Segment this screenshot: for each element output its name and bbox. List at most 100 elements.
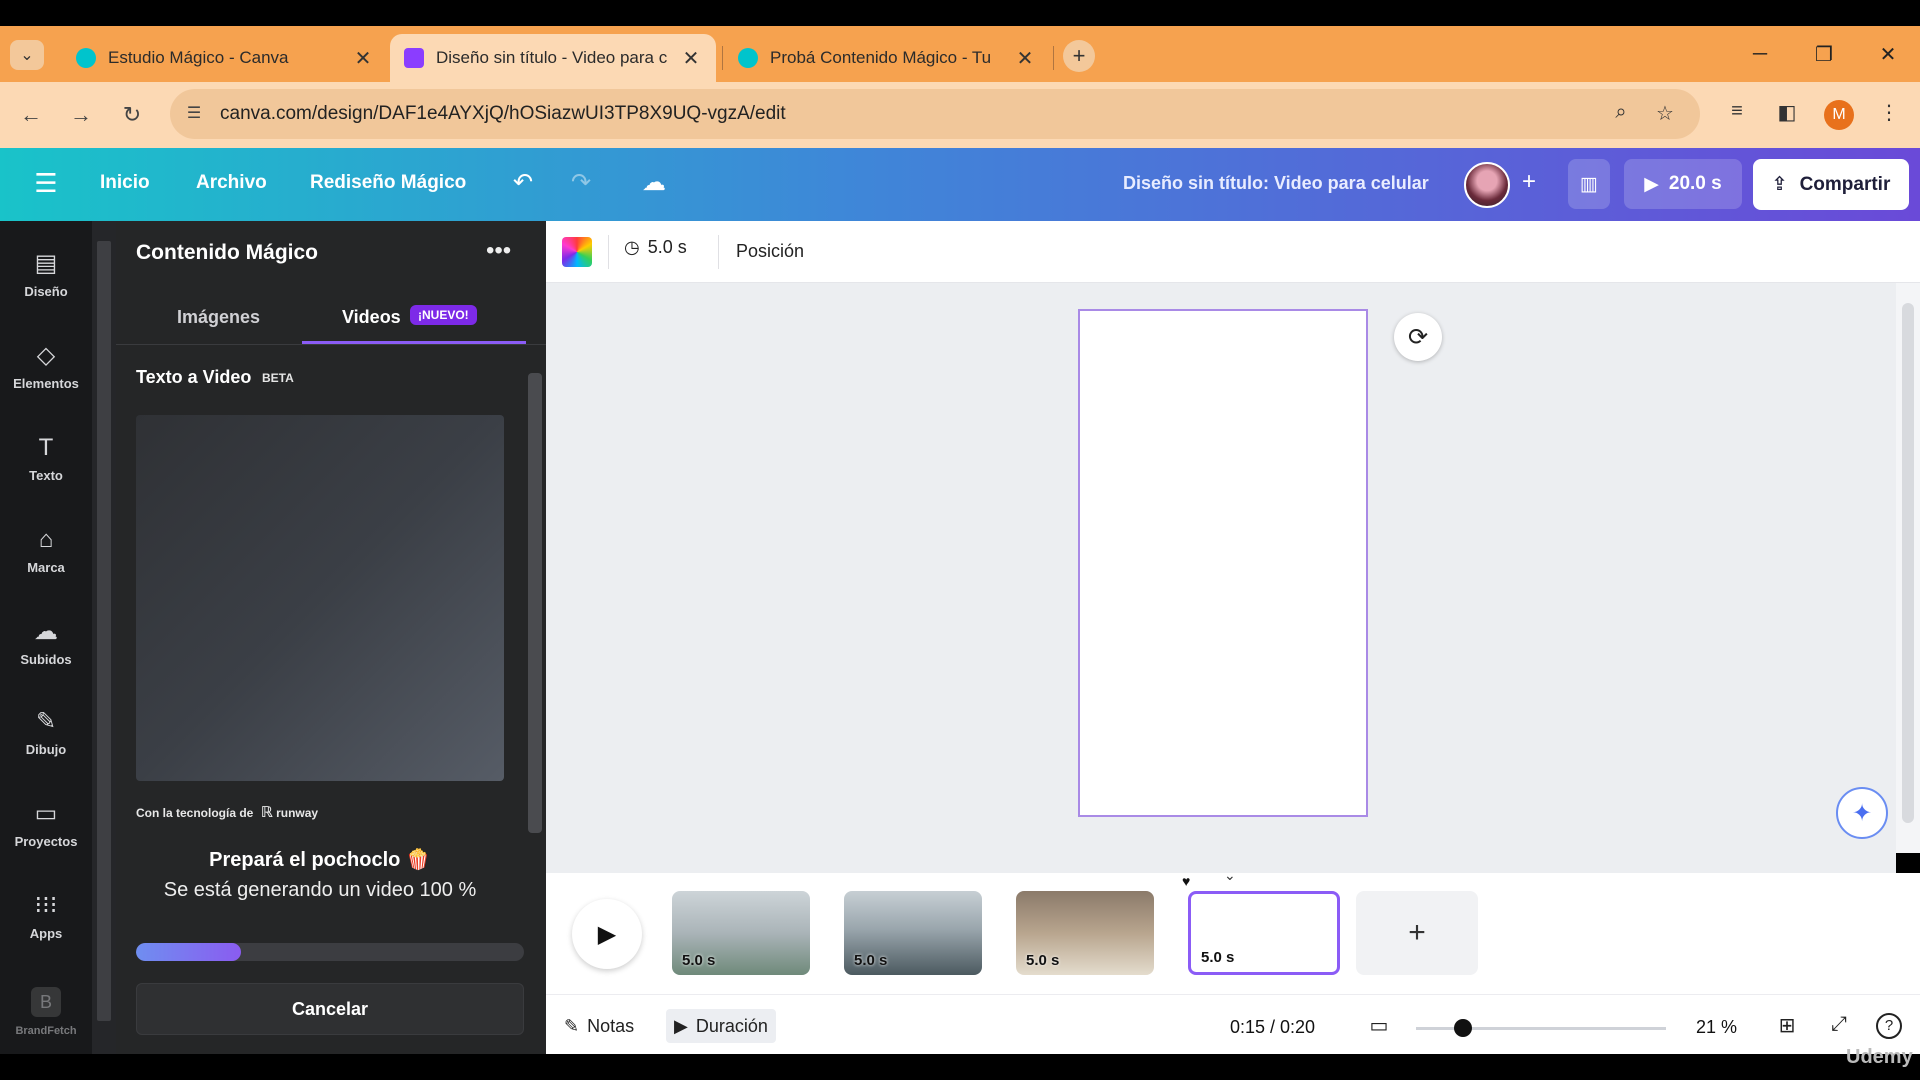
tab-videos[interactable]: Videos [342,307,401,328]
fullscreen-icon[interactable]: ⤢ [1826,1013,1852,1039]
browser-tab-active[interactable]: Diseño sin título - Video para c ✕ [390,34,716,82]
canvas-horizontal-scrollbar[interactable] [546,853,1896,873]
scrollbar-thumb[interactable] [528,373,542,833]
design-page[interactable] [1078,309,1368,817]
refresh-page-icon[interactable]: ⟳ [1394,313,1442,361]
reload-icon[interactable]: ↻ [115,98,149,132]
color-picker-icon[interactable] [562,237,592,267]
media-controls-icon[interactable]: ≡ [1722,100,1752,130]
playhead-marker-icon[interactable]: ♥ [1182,873,1190,889]
rail-item-brandfetch[interactable]: B BrandFetch [0,975,92,1055]
panel-scrollbar[interactable] [524,351,546,913]
rail-item-marca[interactable]: ⌂ Marca [0,513,92,593]
page-duration-button[interactable]: ◷ 5.0 s [624,237,687,258]
tab-search-chevron-icon[interactable]: ⌄ [10,40,44,70]
cancel-button[interactable]: Cancelar [136,983,524,1035]
canvas-vertical-scrollbar[interactable] [1896,283,1920,853]
tab-separator [722,46,723,70]
browser-tab-strip: ⌄ Estudio Mágico - Canva ✕ Diseño sin tí… [0,26,1920,82]
rail-item-apps[interactable]: ⁝⁝⁝ Apps [0,879,92,959]
notes-button[interactable]: ✎ Notas [556,1009,642,1043]
forward-icon[interactable]: → [64,98,98,132]
address-bar[interactable]: ☰ canva.com/design/DAF1e4AYXjQ/hOSiazwUI… [170,89,1700,139]
section-title: Texto a Video [136,367,252,387]
browser-menu-icon[interactable]: ⋮ [1874,100,1904,130]
canva-favicon-icon [404,48,424,68]
position-button[interactable]: Posición [736,241,804,262]
tab-imagenes[interactable]: Imágenes [177,307,260,328]
scrollbar-thumb[interactable] [1902,303,1914,823]
window-close-icon[interactable]: ✕ [1856,26,1920,82]
share-label: Compartir [1799,173,1891,195]
close-icon[interactable]: ✕ [1014,46,1036,71]
back-icon[interactable]: ← [14,98,48,132]
rail-scrollbar[interactable] [92,221,116,1054]
hamburger-menu-icon[interactable]: ☰ [30,168,62,200]
browser-tab[interactable]: Probá Contenido Mágico - Tu ✕ [724,34,1050,82]
profile-avatar[interactable]: M [1824,100,1854,130]
rail-item-elementos[interactable]: ◇ Elementos [0,329,92,409]
timeline-clip[interactable]: 5.0 s [844,891,982,975]
rail-item-dibujo[interactable]: ✎ Dibujo [0,695,92,775]
chevron-down-icon[interactable]: ⌄ [1224,867,1236,884]
duration-button[interactable]: ▶ Duración [666,1009,776,1043]
play-icon: ▶ [1644,173,1659,195]
restore-icon[interactable]: ❐ [1792,26,1856,82]
timeline-play-button[interactable]: ▶ [572,899,642,969]
timeline: ♥ ⌄ ▶ 5.0 s 5.0 s 5.0 s 5.0 s + [546,867,1920,994]
duration-label: Duración [695,1015,768,1036]
apps-icon: ⁝⁝⁝ [34,892,58,919]
magic-assistant-icon[interactable]: ✦ [1836,787,1888,839]
grid-view-icon[interactable]: ⊞ [1774,1013,1800,1039]
scroll-view-icon[interactable]: ▭ [1366,1013,1392,1039]
undo-icon[interactable]: ↶ [506,168,540,202]
zoom-level[interactable]: 21 % [1696,1017,1737,1038]
canva-header: ☰ Inicio Archivo Rediseño Mágico ↶ ↷ ☁ D… [0,148,1920,221]
bookmark-star-icon[interactable]: ☆ [1652,101,1678,127]
zoom-slider-knob[interactable] [1454,1019,1472,1037]
scrollbar-thumb[interactable] [97,241,111,1021]
cloud-saved-icon[interactable]: ☁ [637,168,671,202]
present-play-button[interactable]: ▶ 20.0 s [1624,159,1742,209]
side-panel-icon[interactable]: ◧ [1772,100,1802,130]
rail-item-diseno[interactable]: ▤ Diseño [0,237,92,317]
document-title[interactable]: Diseño sin título: Video para celular [1123,173,1429,194]
timeline-clip[interactable]: 5.0 s [672,891,810,975]
add-collaborator-icon[interactable]: + [1512,168,1546,202]
video-preview-placeholder [136,415,504,781]
user-avatar[interactable] [1464,162,1510,208]
share-button[interactable]: ⇪ Compartir [1753,159,1909,210]
new-tab-icon[interactable]: + [1063,40,1095,72]
help-icon[interactable]: ? [1876,1013,1902,1039]
timeline-clip-selected[interactable]: 5.0 s [1188,891,1340,975]
url-text[interactable]: canva.com/design/DAF1e4AYXjQ/hOSiazwUI3T… [220,103,786,125]
menu-archivo[interactable]: Archivo [196,172,267,194]
new-badge: ¡NUEVO! [410,305,477,325]
zoom-icon[interactable]: ⌕ [1608,101,1634,127]
menu-rediseno-magico[interactable]: Rediseño Mágico [310,172,466,194]
rail-item-subidos[interactable]: ☁ Subidos [0,605,92,685]
folder-icon: ▭ [34,800,58,827]
rail-label: Elementos [13,376,79,391]
screen-bottom-band [0,1054,1920,1080]
screen-top-band [0,0,1920,26]
toolbar-divider [608,235,609,269]
rail-label: Dibujo [25,742,67,757]
menu-inicio[interactable]: Inicio [100,172,150,194]
browser-tab[interactable]: Estudio Mágico - Canva ✕ [62,34,388,82]
close-icon[interactable]: ✕ [352,46,374,71]
add-page-button[interactable]: + [1356,891,1478,975]
minimize-icon[interactable]: ─ [1728,26,1792,82]
rail-item-proyectos[interactable]: ▭ Proyectos [0,787,92,867]
insights-chart-icon[interactable]: ▥ [1568,159,1610,209]
zoom-slider[interactable] [1416,1019,1666,1037]
brand-icon: ⌂ [38,526,54,553]
redo-icon[interactable]: ↷ [564,168,598,202]
timeline-clip[interactable]: 5.0 s [1016,891,1154,975]
bottom-bar: ✎ Notas ▶ Duración 0:15 / 0:20 ▭ 21 % ⊞ … [546,994,1920,1054]
more-options-icon[interactable]: ••• [486,237,511,265]
close-icon[interactable]: ✕ [680,46,702,71]
site-settings-icon[interactable]: ☰ [182,103,206,125]
rail-item-texto[interactable]: T Texto [0,421,92,501]
generating-subtitle: Se está generando un video 100 % [163,879,477,901]
